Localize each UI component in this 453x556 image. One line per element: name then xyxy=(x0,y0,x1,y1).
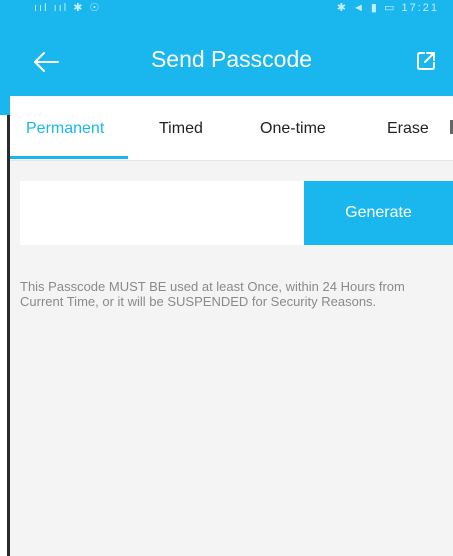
app-bar: ııl ııl ✱ ☉ ✱ ◄ ▮ ▭ 17:21 Send Passcode xyxy=(10,0,453,96)
security-notice: This Passcode MUST BE used at least Once… xyxy=(20,279,405,309)
send-passcode-screen: ııl ııl ✱ ☉ ✱ ◄ ▮ ▭ 17:21 Send Passcode … xyxy=(0,0,453,556)
status-bar: ııl ııl ✱ ☉ ✱ ◄ ▮ ▭ 17:21 xyxy=(10,0,453,20)
left-edge-strip xyxy=(0,0,10,556)
generate-button[interactable]: Generate xyxy=(304,181,453,245)
tab-one-time[interactable]: One-time xyxy=(260,120,326,138)
tab-timed[interactable]: Timed xyxy=(159,120,203,138)
status-right-icons: ✱ ◄ ▮ ▭ 17:21 xyxy=(336,2,439,14)
status-left-icons: ııl ııl ✱ ☉ xyxy=(34,2,102,14)
passcode-field[interactable] xyxy=(20,181,304,245)
tab-erase[interactable]: Erase xyxy=(387,120,429,138)
share-button[interactable] xyxy=(411,46,441,76)
tab-bar: Permanent Timed One-time Erase xyxy=(10,96,453,161)
external-link-icon xyxy=(417,52,435,70)
tab-permanent[interactable]: Permanent xyxy=(26,120,104,138)
page-title: Send Passcode xyxy=(150,46,313,72)
active-tab-indicator xyxy=(10,156,128,159)
main-content: Generate This Passcode MUST BE used at l… xyxy=(10,161,453,556)
left-edge-blue xyxy=(0,0,10,115)
left-edge-line xyxy=(7,115,10,556)
